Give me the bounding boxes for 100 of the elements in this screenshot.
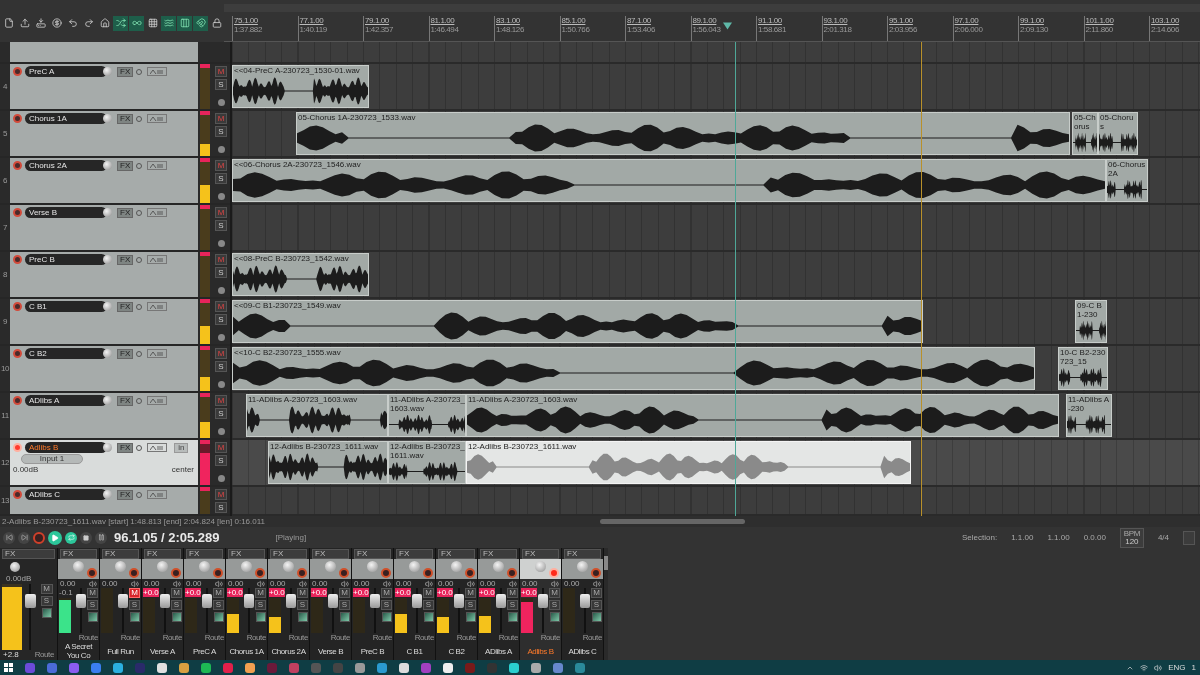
speaker-icon[interactable]	[257, 579, 265, 588]
mute-button[interactable]: M	[465, 588, 476, 598]
clock-text[interactable]: 1	[1191, 661, 1196, 674]
track-name-field[interactable]: Adlibs B	[25, 442, 107, 453]
route-icon[interactable]	[87, 612, 98, 622]
strip-panel[interactable]	[184, 559, 225, 579]
track-name-field[interactable]: Chorus 2A	[25, 160, 107, 171]
app-icon[interactable]	[157, 662, 167, 673]
app-icon[interactable]	[113, 662, 123, 673]
solo-button[interactable]: S	[215, 455, 227, 466]
record-button[interactable]	[33, 531, 45, 544]
strip-panel[interactable]	[394, 559, 435, 579]
clip-indicator[interactable]	[200, 299, 210, 303]
fader-handle[interactable]	[118, 594, 129, 608]
app-icon[interactable]	[509, 662, 519, 673]
track-name-field[interactable]: Verse B	[25, 207, 107, 218]
solo-button[interactable]: S	[213, 600, 224, 610]
fx-button[interactable]: FX	[102, 548, 139, 559]
scrollbar-thumb[interactable]	[600, 519, 745, 524]
app-icon[interactable]	[443, 662, 453, 673]
waves-button[interactable]	[161, 15, 176, 31]
volume-knob-icon[interactable]	[103, 208, 112, 217]
volume-knob-icon[interactable]	[103, 161, 112, 170]
fx-button[interactable]: FX	[117, 113, 134, 124]
speaker-icon[interactable]	[173, 579, 181, 588]
clip-indicator[interactable]	[200, 440, 210, 444]
volume-knob-icon[interactable]	[103, 396, 112, 405]
record-arm-button[interactable]	[423, 568, 433, 578]
record-arm-button[interactable]	[339, 568, 349, 578]
mute-button[interactable]: M	[40, 584, 53, 594]
volume-knob-icon[interactable]	[103, 255, 112, 264]
stop-button[interactable]	[80, 531, 92, 544]
strip-panel[interactable]	[478, 559, 519, 579]
track-lane[interactable]: <<06-Chorus 2A-230723_1546.wav 06-Chorus 2A	[232, 158, 1200, 205]
track-name-field[interactable]: Chorus 1A	[25, 113, 107, 124]
fx-button[interactable]: FX	[186, 548, 223, 559]
speaker-icon[interactable]	[593, 579, 601, 588]
speaker-icon[interactable]	[131, 579, 139, 588]
solo-button[interactable]: S	[215, 502, 227, 513]
track-name-field[interactable]: ADlibs A	[25, 395, 107, 406]
repeat-button[interactable]	[65, 531, 77, 544]
media-item[interactable]: 11-ADlibs A-230	[1066, 394, 1112, 437]
record-arm-button[interactable]	[13, 161, 22, 170]
record-arm-button[interactable]	[297, 568, 307, 578]
speaker-icon[interactable]	[425, 579, 433, 588]
volume-knob-icon[interactable]	[103, 302, 112, 311]
track-lane[interactable]	[232, 205, 1200, 252]
media-item[interactable]: 05-Chorus	[1098, 112, 1138, 155]
track-lane[interactable]: <<04-PreC A-230723_1530-01.wav	[232, 64, 1200, 111]
media-item[interactable]: 11-ADlibs A-230723_1603.wav	[388, 394, 466, 437]
track-lane[interactable]	[232, 487, 1200, 516]
record-arm-button[interactable]	[213, 568, 223, 578]
speaker-icon[interactable]	[509, 579, 517, 588]
media-item[interactable]: 06-Chorus 2A	[1106, 159, 1148, 202]
record-arm-button[interactable]	[13, 114, 22, 123]
solo-button[interactable]: S	[297, 600, 308, 610]
phase-icon[interactable]	[217, 428, 225, 435]
magnet-button[interactable]	[193, 15, 208, 31]
record-arm-button[interactable]	[129, 568, 139, 578]
fader-handle[interactable]	[160, 594, 171, 608]
app-icon[interactable]	[201, 662, 211, 673]
solo-button[interactable]: S	[215, 79, 227, 90]
solo-button[interactable]: S	[465, 600, 476, 610]
solo-button[interactable]: S	[339, 600, 350, 610]
input-field[interactable]: Input 1	[21, 454, 83, 464]
scrollbar-thumb[interactable]	[604, 556, 608, 570]
track-lane[interactable]: <<09-C B1-230723_1549.wav 09-C B1-230	[232, 299, 1200, 346]
fx-button[interactable]: FX	[117, 489, 134, 500]
record-arm-button[interactable]	[171, 568, 181, 578]
mute-button[interactable]: M	[381, 588, 392, 598]
phase-icon[interactable]	[217, 334, 225, 341]
phase-icon[interactable]	[217, 475, 225, 482]
speaker-icon[interactable]	[467, 579, 475, 588]
app-icon[interactable]	[245, 662, 255, 673]
fx-button[interactable]: FX	[522, 548, 559, 559]
record-arm-button[interactable]	[465, 568, 475, 578]
download-button[interactable]	[33, 15, 48, 31]
app-icon[interactable]	[179, 662, 189, 673]
fx-button[interactable]: FX	[117, 348, 134, 359]
playhead-marker[interactable]	[723, 22, 732, 30]
solo-button[interactable]: S	[215, 220, 227, 231]
fader-handle[interactable]	[328, 594, 339, 608]
media-item[interactable]: 12-Adlibs B-230723_1611.wav	[268, 441, 388, 484]
fx-button[interactable]: FX	[354, 548, 391, 559]
track-panel[interactable]: Adlibs B FX in Input 1 0.00dB center	[10, 440, 198, 485]
solo-button[interactable]: S	[255, 600, 266, 610]
solo-button[interactable]: S	[129, 600, 140, 610]
fader-handle[interactable]	[76, 594, 87, 608]
fx-button[interactable]: FX	[60, 548, 97, 559]
phase-icon[interactable]	[217, 99, 225, 106]
solo-button[interactable]: S	[423, 600, 434, 610]
solo-button[interactable]: S	[215, 314, 227, 325]
track-panel[interactable]: Verse B FX	[10, 205, 198, 250]
strip-panel[interactable]	[310, 559, 351, 579]
speaker-icon[interactable]	[551, 579, 559, 588]
strip-panel[interactable]	[100, 559, 141, 579]
clip-indicator[interactable]	[200, 158, 210, 162]
track-name-field[interactable]: C B2	[25, 348, 107, 359]
app-icon[interactable]	[355, 662, 365, 673]
route-icon[interactable]	[591, 612, 602, 622]
